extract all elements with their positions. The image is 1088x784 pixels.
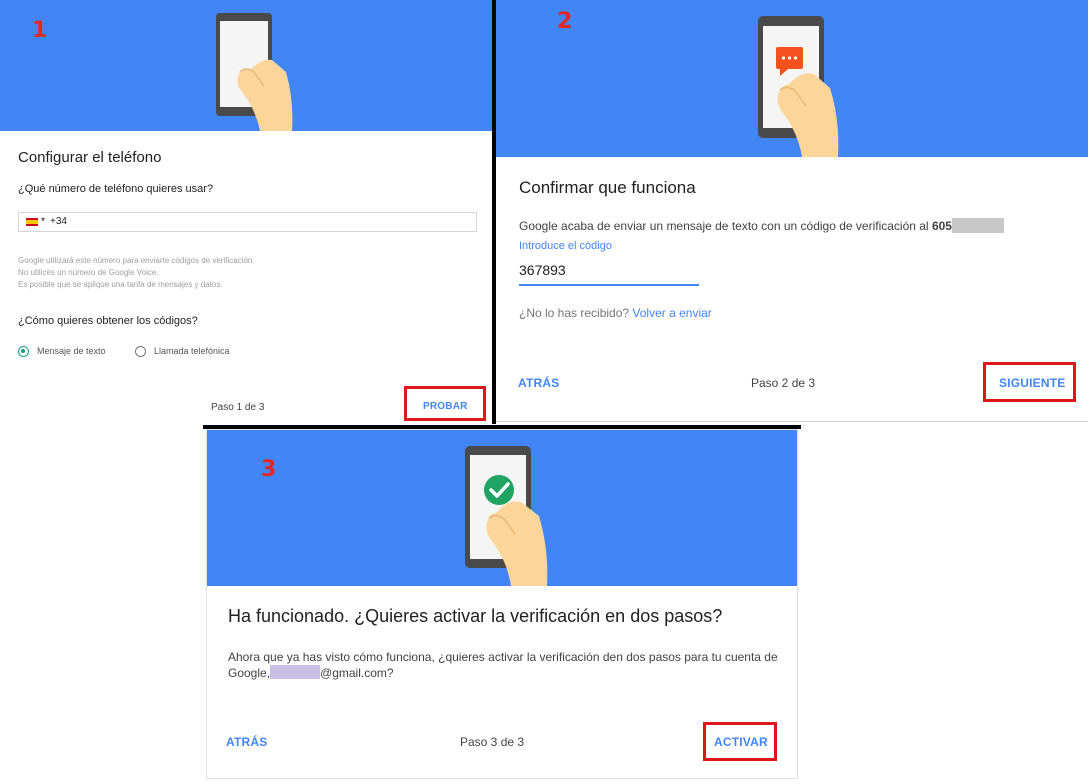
resend-question: ¿No lo has recibido? — [519, 306, 630, 320]
panel-border — [496, 421, 1088, 422]
step-label: Paso 3 de 3 — [460, 735, 525, 749]
radio-option-call[interactable]: Llamada telefónica — [135, 344, 230, 358]
sent-message: Google acaba de enviar un mensaje de tex… — [519, 218, 1004, 233]
highlight-box — [983, 362, 1076, 402]
dropdown-arrow-icon[interactable]: ▾ — [41, 215, 45, 224]
panel-step-2: 2 Confirmar que funciona Google acaba de… — [496, 0, 1088, 422]
phone-check-illustration — [465, 446, 548, 586]
step-marker: 3 — [261, 457, 277, 482]
phone-question: ¿Qué número de teléfono quieres usar? — [18, 183, 214, 195]
resend-row: ¿No lo has recibido? Volver a enviar — [519, 306, 712, 320]
message-text: Google acaba de enviar un mensaje de tex… — [519, 219, 929, 233]
code-label: Introduce el código — [519, 240, 612, 252]
help-line: Google utilizará este número para enviar… — [18, 256, 255, 265]
radio-selected-icon[interactable] — [18, 345, 29, 357]
message-prefix: Google, — [228, 666, 271, 680]
message-line: Google, @gmail.com? — [228, 665, 778, 681]
help-text: Google utilizará este número para enviar… — [18, 255, 255, 291]
highlight-box — [703, 722, 777, 761]
email-suffix: @gmail.com? — [320, 666, 394, 680]
redacted-email — [270, 665, 321, 679]
phone-value: +34 — [50, 216, 67, 227]
page-title: Configurar el teléfono — [18, 149, 162, 166]
radio-option-sms[interactable]: Mensaje de texto — [18, 344, 106, 358]
page-title: Confirmar que funciona — [519, 178, 696, 197]
phone-prefix: 605 — [931, 219, 952, 233]
page-title: Ha funcionado. ¿Quieres activar la verif… — [228, 606, 723, 626]
radio-unselected-icon[interactable] — [135, 345, 146, 357]
panel-step-1: 1 Configurar el teléfono ¿Qué número de … — [0, 0, 492, 424]
redacted-number — [951, 218, 1004, 233]
step-marker: 1 — [32, 18, 48, 43]
phone-hand-illustration — [216, 13, 293, 131]
message-line: Ahora que ya has visto cómo funciona, ¿q… — [228, 650, 778, 664]
spain-flag-icon[interactable] — [26, 218, 38, 226]
highlight-box — [404, 386, 486, 421]
panel-step-3: 3 Ha funcionado. ¿Quieres activar la ver… — [206, 429, 798, 779]
activation-message: Ahora que ya has visto cómo funciona, ¿q… — [228, 649, 778, 681]
phone-input[interactable]: ▾ +34 — [18, 212, 477, 232]
step-marker: 2 — [557, 9, 573, 34]
code-input[interactable]: 367893 — [519, 262, 699, 286]
back-button[interactable]: ATRÁS — [226, 735, 267, 749]
radio-label: Mensaje de texto — [37, 346, 106, 356]
radio-label: Llamada telefónica — [154, 346, 230, 356]
method-question: ¿Cómo quieres obtener los códigos? — [18, 315, 198, 327]
back-button[interactable]: ATRÁS — [518, 376, 559, 390]
help-line: Es posible que se aplique una tarifa de … — [18, 280, 223, 289]
step-label: Paso 1 de 3 — [211, 402, 265, 413]
phone-chat-illustration — [758, 16, 839, 157]
resend-link[interactable]: Volver a enviar — [632, 306, 711, 320]
code-value: 367893 — [519, 262, 566, 278]
help-line: No utilices un número de Google Voice. — [18, 268, 159, 277]
step-label: Paso 2 de 3 — [751, 376, 816, 390]
